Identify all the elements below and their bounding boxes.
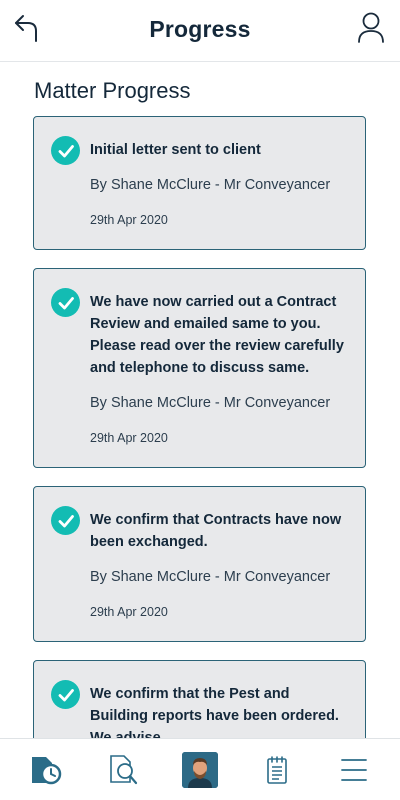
progress-author: By Shane McClure - Mr Conveyancer: [90, 177, 331, 193]
check-circle-icon: [51, 136, 80, 165]
check-circle-icon: [51, 288, 80, 317]
profile-button[interactable]: [356, 10, 386, 44]
progress-message: Initial letter sent to client: [90, 142, 261, 158]
progress-card: Initial letter sent to client By Shane M…: [33, 116, 366, 250]
progress-date: 29th Apr 2020: [90, 605, 168, 619]
section-title: Matter Progress: [34, 78, 191, 103]
progress-message: We confirm that Contracts have now been …: [90, 512, 342, 550]
nav-progress[interactable]: [26, 750, 66, 790]
document-search-icon: [110, 754, 138, 784]
page-title: Progress: [149, 16, 251, 42]
user-icon: [358, 12, 384, 43]
document-clock-icon: [32, 756, 62, 784]
check-circle-icon: [51, 506, 80, 535]
progress-message: We confirm that the Pest and Building re…: [90, 686, 339, 738]
progress-author: By Shane McClure - Mr Conveyancer: [90, 395, 331, 411]
progress-scroll-area[interactable]: Matter Progress Initial letter sent to c…: [0, 63, 400, 738]
nav-menu[interactable]: [334, 750, 374, 790]
nav-profile[interactable]: [180, 750, 220, 790]
progress-card: We confirm that the Pest and Building re…: [33, 660, 366, 738]
check-circle-icon: [51, 680, 80, 709]
progress-author: By Shane McClure - Mr Conveyancer: [90, 569, 331, 585]
notepad-icon: [266, 755, 287, 784]
progress-date: 29th Apr 2020: [90, 431, 168, 445]
progress-card: We have now carried out a Contract Revie…: [33, 268, 366, 468]
nav-documents[interactable]: [103, 750, 143, 790]
bottom-nav: [0, 738, 400, 800]
nav-notes[interactable]: [257, 750, 297, 790]
progress-date: 29th Apr 2020: [90, 213, 168, 227]
progress-card: We confirm that Contracts have now been …: [33, 486, 366, 642]
progress-message: We have now carried out a Contract Revie…: [90, 294, 344, 376]
progress-list: Initial letter sent to client By Shane M…: [33, 116, 366, 738]
top-bar: Progress: [0, 0, 400, 62]
avatar: [181, 751, 218, 788]
menu-icon: [340, 758, 367, 781]
